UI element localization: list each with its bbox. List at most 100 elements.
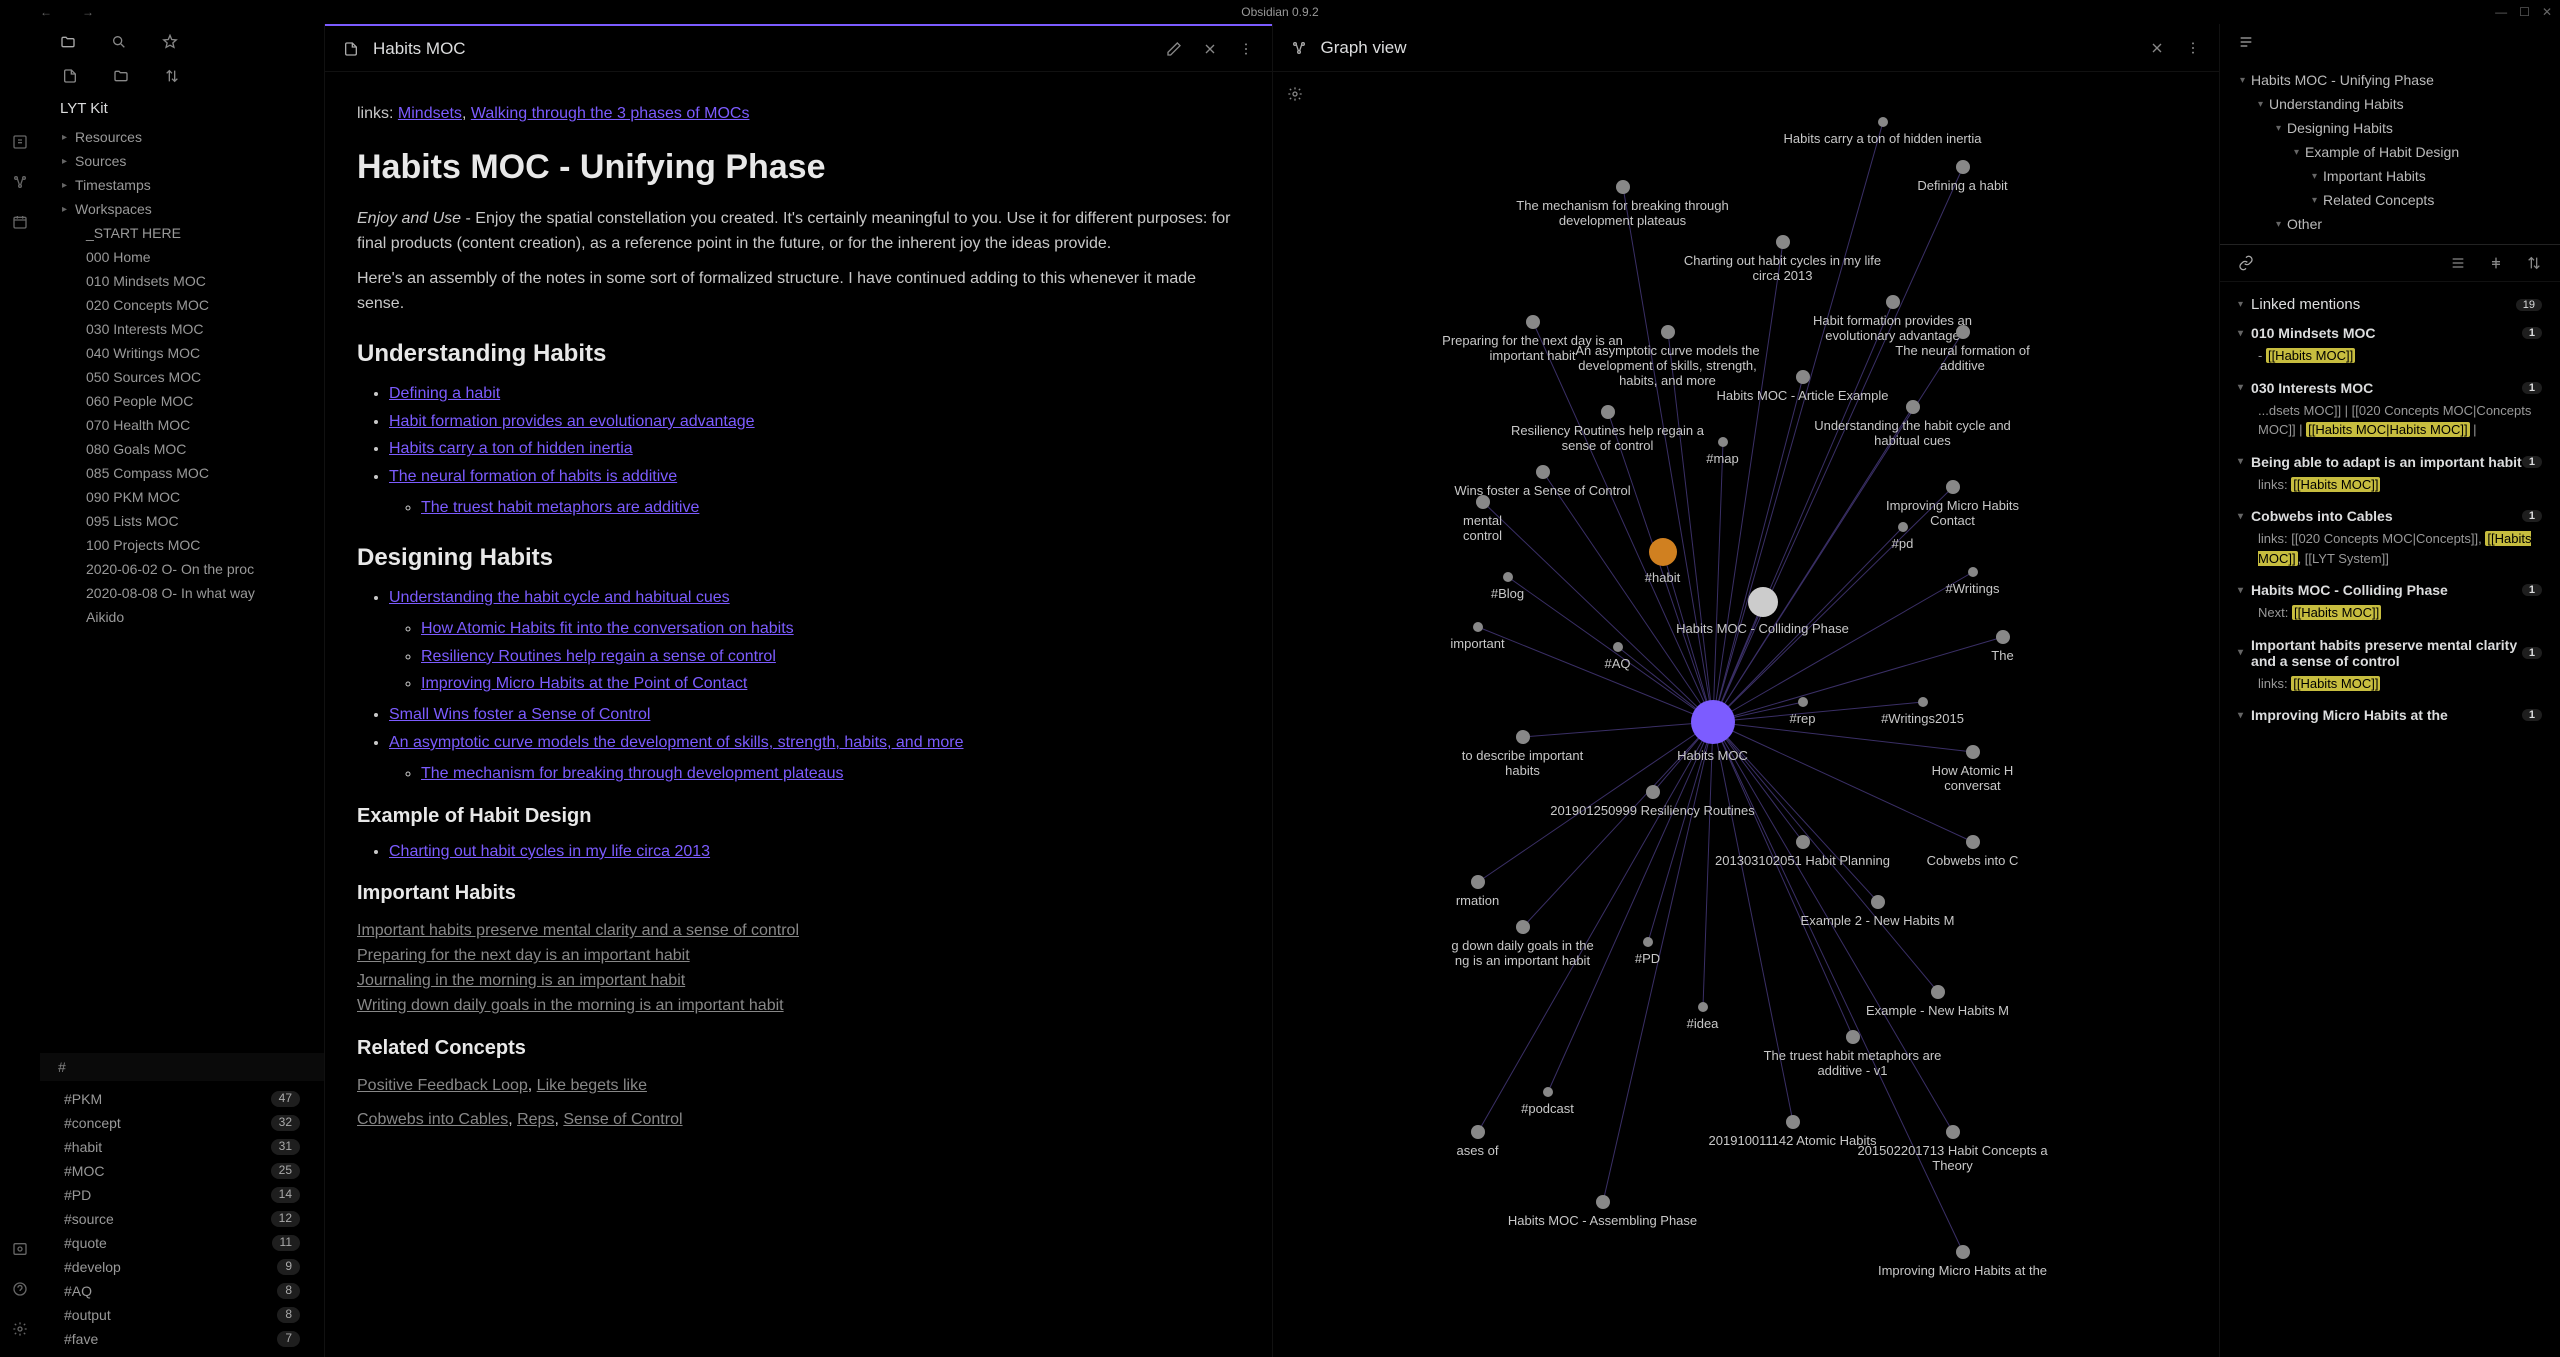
file-item[interactable]: 050 Sources MOC [50,365,314,389]
vault-icon[interactable] [12,1241,28,1257]
graph-node[interactable] [1698,1002,1708,1012]
graph-node[interactable] [1649,538,1677,566]
search-icon[interactable] [111,34,127,50]
file-item[interactable]: 010 Mindsets MOC [50,269,314,293]
tag-item[interactable]: #MOC25 [50,1159,314,1183]
graph-icon[interactable] [12,174,28,190]
graph-node[interactable] [1956,160,1970,174]
link-feedback[interactable]: Positive Feedback Loop [357,1077,528,1094]
outline-item[interactable]: Designing Habits [2240,116,2540,140]
outline-item[interactable]: Habits MOC - Unifying Phase [2240,68,2540,92]
graph-node[interactable] [1516,920,1530,934]
file-item[interactable]: 095 Lists MOC [50,509,314,533]
graph-node[interactable] [1516,730,1530,744]
graph-node[interactable] [1968,567,1978,577]
note-link[interactable]: Small Wins foster a Sense of Control [389,706,650,723]
file-item[interactable]: 085 Compass MOC [50,461,314,485]
star-icon[interactable] [162,34,178,50]
tag-item[interactable]: #source12 [50,1207,314,1231]
graph-node[interactable] [1906,400,1920,414]
tag-item[interactable]: #develop9 [50,1255,314,1279]
tag-item[interactable]: #AQ8 [50,1279,314,1303]
graph-node[interactable] [1966,745,1980,759]
more-graph-icon[interactable] [2185,40,2201,56]
graph-node[interactable] [1956,1245,1970,1259]
file-item[interactable]: _START HERE [50,221,314,245]
file-item[interactable]: 2020-06-02 O- On the proc [50,557,314,581]
sort-icon[interactable] [164,68,180,84]
graph-node[interactable] [1471,875,1485,889]
backlink-file[interactable]: Habits MOC - Colliding Phase1 [2234,576,2546,600]
backlink-snippet[interactable]: - [[Habits MOC]] [2234,343,2546,374]
graph-node[interactable] [1646,785,1660,799]
backlink-file[interactable]: Cobwebs into Cables1 [2234,502,2546,526]
quick-switcher-icon[interactable] [12,134,28,150]
backlink-file[interactable]: Important habits preserve mental clarity… [2234,631,2546,671]
tag-item[interactable]: #habit31 [50,1135,314,1159]
graph-node[interactable] [1471,1125,1485,1139]
graph-node[interactable] [1931,985,1945,999]
tag-item[interactable]: #PKM47 [50,1087,314,1111]
graph-node[interactable] [1616,180,1630,194]
folder-item[interactable]: Sources [50,149,314,173]
link-walking[interactable]: Walking through the 3 phases of MOCs [471,105,750,122]
note-link[interactable]: Journaling in the morning is an importan… [357,972,685,989]
folder-item[interactable]: Timestamps [50,173,314,197]
graph-settings-icon[interactable] [1287,86,1303,102]
graph-node[interactable] [1661,325,1675,339]
graph-node[interactable] [1956,325,1970,339]
graph-node[interactable] [1776,235,1790,249]
tag-pane-header[interactable]: # [40,1053,324,1081]
note-link[interactable]: Defining a habit [389,385,500,402]
file-item[interactable]: 2020-08-08 O- In what way [50,581,314,605]
note-link[interactable]: The neural formation of habits is additi… [389,468,677,485]
file-item[interactable]: 090 PKM MOC [50,485,314,509]
nav-back-icon[interactable]: ← [40,5,52,19]
link-cobwebs[interactable]: Cobwebs into Cables [357,1111,508,1128]
backlinks-tab-icon[interactable] [2238,255,2254,271]
link-mindsets[interactable]: Mindsets [398,105,462,122]
close-tab-icon[interactable] [1202,41,1218,57]
graph-node[interactable] [1543,1087,1553,1097]
tag-item[interactable]: #PD14 [50,1183,314,1207]
backlink-snippet[interactable]: Next: [[Habits MOC]] [2234,600,2546,631]
minimize-icon[interactable]: — [2495,5,2507,19]
graph-node[interactable] [1643,937,1653,947]
note-link[interactable]: Understanding the habit cycle and habitu… [389,589,730,606]
close-icon[interactable]: ✕ [2542,5,2552,19]
graph-node[interactable] [1596,1195,1610,1209]
note-link[interactable]: The mechanism for breaking through devel… [421,765,843,782]
graph-node[interactable] [1946,1125,1960,1139]
note-link[interactable]: The truest habit metaphors are additive [421,499,699,516]
graph-node[interactable] [1601,405,1615,419]
outline-tab-icon[interactable] [2238,34,2254,50]
more-icon[interactable] [1238,41,1254,57]
folder-item[interactable]: Resources [50,125,314,149]
tag-item[interactable]: #concept32 [50,1111,314,1135]
nav-forward-icon[interactable]: → [82,5,94,19]
graph-node[interactable] [1748,587,1778,617]
graph-node[interactable] [1878,117,1888,127]
link-sense[interactable]: Sense of Control [563,1111,682,1128]
file-item[interactable]: 030 Interests MOC [50,317,314,341]
collapse-icon[interactable] [2450,255,2466,271]
editor-content[interactable]: links: Mindsets, Walking through the 3 p… [325,72,1272,1357]
graph-node[interactable] [1786,1115,1800,1129]
note-link[interactable]: Preparing for the next day is an importa… [357,947,690,964]
graph-node[interactable] [1526,315,1540,329]
graph-node[interactable] [1503,572,1513,582]
help-icon[interactable] [12,1281,28,1297]
note-link[interactable]: Resiliency Routines help regain a sense … [421,648,776,665]
file-item[interactable]: 060 People MOC [50,389,314,413]
graph-node[interactable] [1796,835,1810,849]
graph-node[interactable] [1613,642,1623,652]
backlink-snippet[interactable]: ...dsets MOC]] | [[020 Concepts MOC|Conc… [2234,398,2546,448]
backlink-file[interactable]: Being able to adapt is an important habi… [2234,448,2546,472]
folder-item[interactable]: Workspaces [50,197,314,221]
outline-item[interactable]: Example of Habit Design [2240,140,2540,164]
file-item[interactable]: Aikido [50,605,314,629]
graph-node[interactable] [1718,437,1728,447]
graph-node[interactable] [1886,295,1900,309]
link-like[interactable]: Like begets like [537,1077,647,1094]
backlink-file[interactable]: 030 Interests MOC1 [2234,374,2546,398]
